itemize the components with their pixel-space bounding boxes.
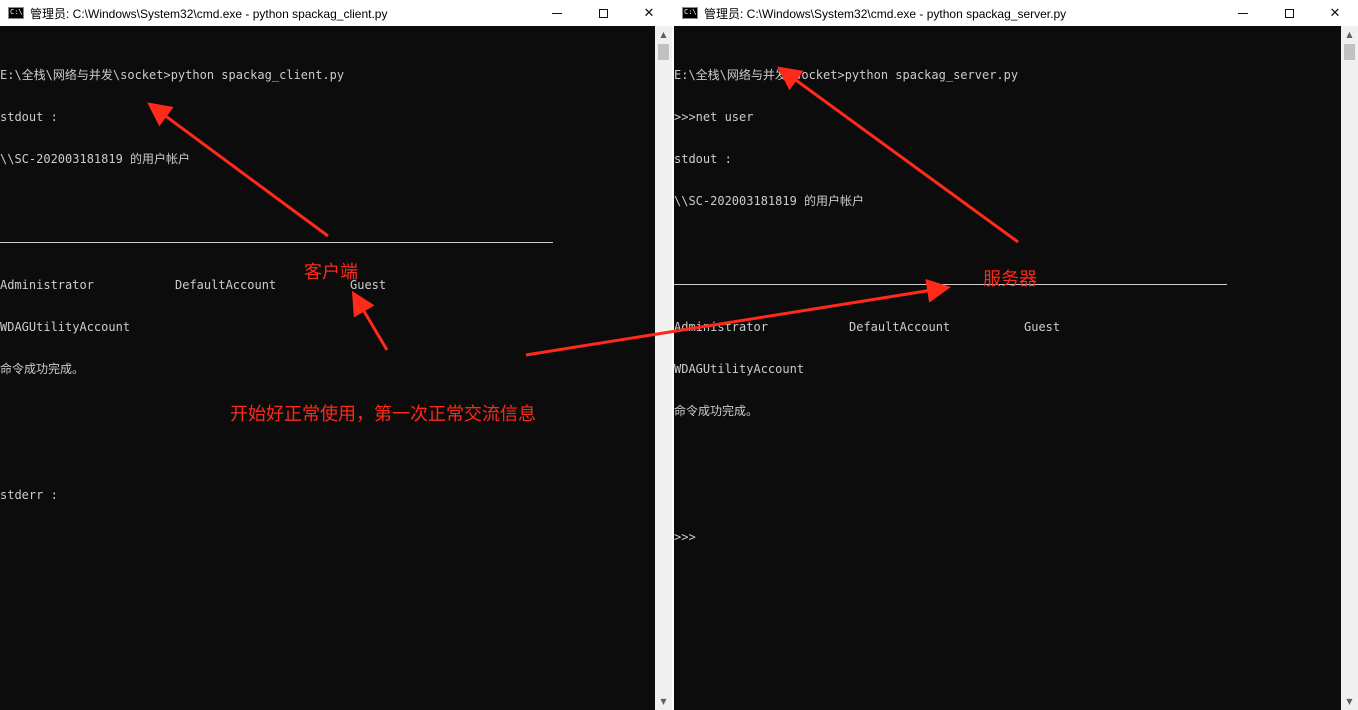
scroll-down-arrow-icon[interactable]: ▼ [655,693,672,710]
scroll-thumb[interactable] [1344,44,1355,60]
console-line: stdout : [674,152,732,166]
server-console-output[interactable]: E:\全栈\网络与并发\socket>python spackag_server… [674,40,1228,572]
console-line: \\SC-202003181819 的用户帐户 [674,194,865,208]
minimize-button[interactable] [1220,0,1266,26]
server-scrollbar[interactable]: ▲ ▼ [1341,26,1358,710]
close-icon: ✕ [1329,5,1341,21]
client-console-window[interactable]: 管理员: C:\Windows\System32\cmd.exe - pytho… [0,0,672,710]
close-button[interactable]: ✕ [626,0,672,26]
maximize-button[interactable] [580,0,626,26]
console-line: E:\全栈\网络与并发\socket>python spackag_client… [0,68,345,82]
cmd-app-icon [8,7,24,19]
stderr-label: stderr : [0,488,58,502]
server-annotation-label: 服务器 [983,269,1037,290]
client-title-bar[interactable]: 管理员: C:\Windows\System32\cmd.exe - pytho… [0,0,672,26]
client-scrollbar[interactable]: ▲ ▼ [655,26,672,710]
close-button[interactable]: ✕ [1312,0,1358,26]
minimize-icon [1238,12,1248,14]
server-window-title: 管理员: C:\Windows\System32\cmd.exe - pytho… [704,6,1067,21]
cmd-app-icon [682,7,698,19]
server-title-bar[interactable]: 管理员: C:\Windows\System32\cmd.exe - pytho… [674,0,1358,26]
scroll-down-arrow-icon[interactable]: ▼ [1341,693,1358,710]
success-message: 命令成功完成。 [0,362,85,376]
python-prompt[interactable]: >>> [674,530,1060,544]
success-message: 命令成功完成。 [674,404,759,418]
accounts-row: Administrator DefaultAccount Guest [674,320,1061,334]
scroll-up-arrow-icon[interactable]: ▲ [1341,26,1358,43]
accounts-row: WDAGUtilityAccount [0,320,131,334]
server-console-window[interactable]: 管理员: C:\Windows\System32\cmd.exe - pytho… [674,0,1358,710]
console-line: E:\全栈\网络与并发\socket>python spackag_server… [674,68,1019,82]
scroll-thumb[interactable] [658,44,669,60]
client-annotation-label: 客户端 [304,262,358,283]
separator-line [0,236,554,250]
maximize-button[interactable] [1266,0,1312,26]
console-line: >>>net user [674,110,754,124]
client-console-output[interactable]: E:\全栈\网络与并发\socket>python spackag_client… [0,40,554,530]
maximize-icon [598,8,608,18]
close-icon: ✕ [643,5,655,21]
minimize-icon [552,12,562,14]
client-window-title: 管理员: C:\Windows\System32\cmd.exe - pytho… [30,6,388,21]
console-line: \\SC-202003181819 的用户帐户 [0,152,191,166]
maximize-icon [1284,8,1294,18]
normal-exchange-annotation-label: 开始好正常使用，第一次正常交流信息 [230,404,536,425]
minimize-button[interactable] [534,0,580,26]
scroll-up-arrow-icon[interactable]: ▲ [655,26,672,43]
console-line: stdout : [0,110,58,124]
accounts-row: WDAGUtilityAccount [674,362,805,376]
